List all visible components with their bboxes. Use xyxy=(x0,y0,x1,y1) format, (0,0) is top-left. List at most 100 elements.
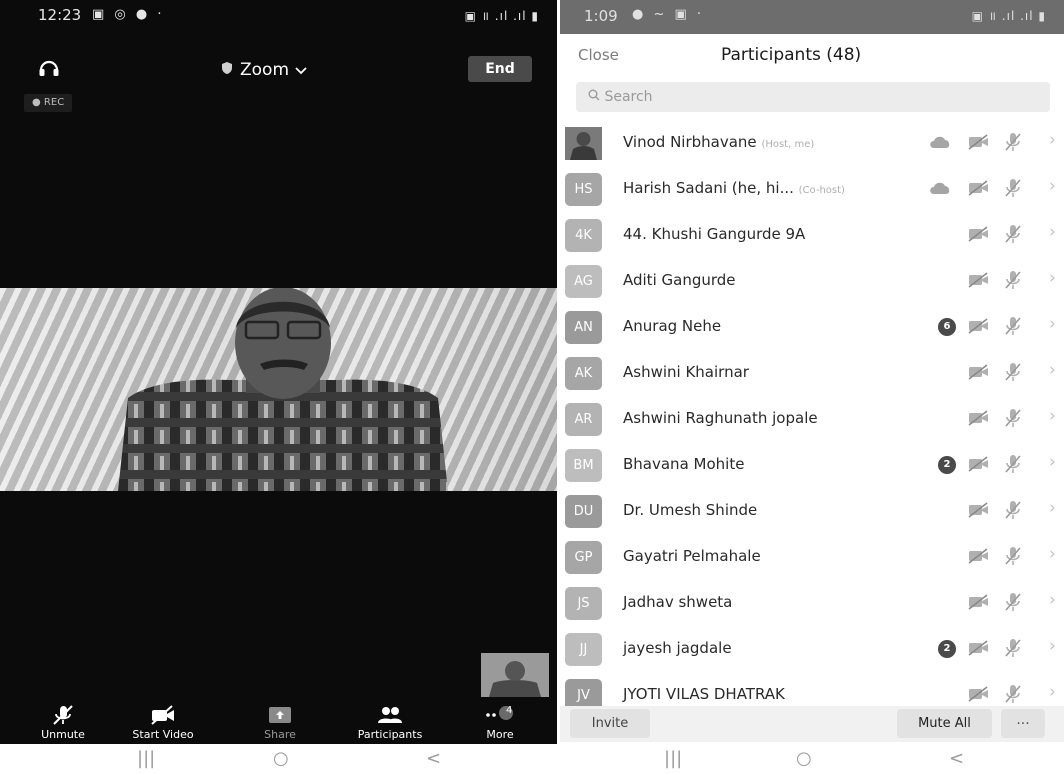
system-nav-bar: ||| ○ < xyxy=(560,744,1064,774)
chevron-right-icon: › xyxy=(1049,498,1056,518)
participants-button[interactable]: Participants xyxy=(345,700,435,741)
participant-name: JYOTI VILAS DHATRAK xyxy=(623,685,785,703)
page-title: Participants (48) xyxy=(721,45,862,65)
avatar: AR xyxy=(565,403,602,436)
participant-row[interactable]: JJ jayesh jagdale 2 › xyxy=(560,626,1064,672)
participant-name-cell: Bhavana Mohite xyxy=(623,455,744,473)
mic-muted-icon xyxy=(1005,454,1021,478)
end-meeting-button[interactable]: End xyxy=(468,56,532,82)
more-options-button[interactable]: ··· xyxy=(1001,709,1045,738)
video-off-icon xyxy=(968,364,990,384)
chevron-right-icon: › xyxy=(1049,130,1056,150)
participant-name: Ashwini Raghunath jopale xyxy=(623,409,818,427)
mic-muted-icon xyxy=(1005,638,1021,662)
cloud-icon xyxy=(928,134,952,154)
participant-name: Vinod Nirbhavane xyxy=(623,133,757,151)
avatar: BM xyxy=(565,449,602,482)
back-button[interactable]: < xyxy=(949,748,964,769)
status-icons: ● ~ ▣ · xyxy=(632,7,705,22)
rec-dot-icon: ● xyxy=(32,97,41,108)
close-button[interactable]: Close xyxy=(578,46,619,64)
chevron-right-icon: › xyxy=(1049,406,1056,426)
video-off-icon xyxy=(968,180,990,200)
participant-name-cell: Ashwini Khairnar xyxy=(623,363,749,381)
participant-name-cell: Harish Sadani (he, hi... (Co-host) xyxy=(623,179,845,197)
participant-row[interactable]: AK Ashwini Khairnar › xyxy=(560,350,1064,396)
unread-count-badge: 2 xyxy=(938,640,956,658)
participant-name-cell: Ashwini Raghunath jopale xyxy=(623,409,818,427)
mic-muted-icon xyxy=(1005,408,1021,432)
status-bar: 1:09 ● ~ ▣ · ▣ ॥ .ıl .ıl ▮ xyxy=(560,0,1064,34)
chevron-right-icon: › xyxy=(1049,222,1056,242)
participant-row[interactable]: Vinod Nirbhavane (Host, me) › xyxy=(560,120,1064,166)
participant-row[interactable]: DU Dr. Umesh Shinde › xyxy=(560,488,1064,534)
participant-name: Bhavana Mohite xyxy=(623,455,745,473)
avatar: HS xyxy=(565,173,602,206)
home-button[interactable]: ○ xyxy=(796,748,812,769)
participant-role: (Co-host) xyxy=(798,185,845,196)
participant-name-cell: Jadhav shweta xyxy=(623,593,732,611)
participant-row[interactable]: 4K 44. Khushi Gangurde 9A › xyxy=(560,212,1064,258)
participant-row[interactable]: BM Bhavana Mohite 2 › xyxy=(560,442,1064,488)
recents-button[interactable]: ||| xyxy=(137,748,155,769)
participant-name-cell: 44. Khushi Gangurde 9A xyxy=(623,225,805,243)
participant-row[interactable]: GP Gayatri Pelmahale › xyxy=(560,534,1064,580)
avatar: AG xyxy=(565,265,602,298)
share-button[interactable]: Share xyxy=(235,700,325,741)
mic-muted-icon xyxy=(1005,500,1021,524)
mic-muted-icon xyxy=(1005,132,1021,156)
participant-row[interactable]: JS Jadhav shweta › xyxy=(560,580,1064,626)
video-off-icon xyxy=(968,686,990,706)
home-button[interactable]: ○ xyxy=(273,748,289,769)
participant-row[interactable]: AN Anurag Nehe 6 › xyxy=(560,304,1064,350)
unread-count-badge: 2 xyxy=(938,456,956,474)
participant-name: jayesh jagdale xyxy=(623,639,732,657)
back-button[interactable]: < xyxy=(426,748,441,769)
video-off-icon xyxy=(968,502,990,522)
participant-name: Harish Sadani (he, hi... xyxy=(623,179,794,197)
meeting-title-dropdown[interactable]: Zoom xyxy=(220,60,307,80)
unmute-label: Unmute xyxy=(41,728,85,741)
audio-headphone-icon[interactable] xyxy=(38,58,60,82)
participant-name: Anurag Nehe xyxy=(623,317,722,335)
start-video-label: Start Video xyxy=(132,728,194,741)
video-off-icon xyxy=(968,226,990,246)
meeting-title: Zoom xyxy=(240,60,290,80)
participant-name: 44. Khushi Gangurde 9A xyxy=(623,225,806,243)
avatar xyxy=(565,127,602,160)
mute-all-button[interactable]: Mute All xyxy=(897,709,992,738)
self-view-thumbnail[interactable] xyxy=(481,653,549,697)
participant-name: Dr. Umesh Shinde xyxy=(623,501,758,519)
participant-row[interactable]: AG Aditi Gangurde › xyxy=(560,258,1064,304)
participant-name: Gayatri Pelmahale xyxy=(623,547,761,565)
recents-button[interactable]: ||| xyxy=(664,748,682,769)
meeting-toolbar: Unmute Start Video Share Participants 4 … xyxy=(0,700,557,744)
start-video-button[interactable]: Start Video xyxy=(118,700,208,741)
participant-name: Jadhav shweta xyxy=(623,593,733,611)
invite-button[interactable]: Invite xyxy=(570,709,650,738)
more-button[interactable]: 4 More xyxy=(455,700,545,741)
unmute-button[interactable]: Unmute xyxy=(18,700,108,741)
search-input[interactable]: Search xyxy=(576,82,1050,112)
video-off-icon xyxy=(968,272,990,292)
participant-row[interactable]: HS Harish Sadani (he, hi... (Co-host) › xyxy=(560,166,1064,212)
mic-muted-icon xyxy=(1005,362,1021,386)
participants-icon xyxy=(378,707,402,723)
mic-muted-icon xyxy=(1005,684,1021,708)
participant-row[interactable]: AR Ashwini Raghunath jopale › xyxy=(560,396,1064,442)
share-icon xyxy=(269,707,291,723)
video-off-icon xyxy=(968,594,990,614)
search-placeholder: Search xyxy=(604,89,653,105)
mic-muted-icon xyxy=(53,705,73,725)
chevron-down-icon xyxy=(295,60,307,80)
status-time: 12:23 xyxy=(38,6,82,24)
chevron-right-icon: › xyxy=(1049,590,1056,610)
avatar: 4K xyxy=(565,219,602,252)
mic-muted-icon xyxy=(1005,224,1021,248)
chevron-right-icon: › xyxy=(1049,176,1056,196)
active-speaker-video[interactable] xyxy=(0,288,557,491)
video-off-icon xyxy=(968,640,990,660)
search-icon xyxy=(588,89,604,105)
more-dots-icon xyxy=(486,706,513,720)
chevron-right-icon: › xyxy=(1049,452,1056,472)
